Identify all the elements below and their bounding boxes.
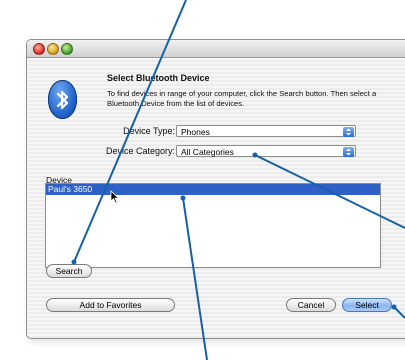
popup-arrows-icon (343, 127, 354, 137)
bluetooth-icon (48, 80, 77, 119)
zoom-button[interactable] (61, 43, 73, 55)
select-button[interactable]: Select (342, 298, 392, 312)
dialog-description: To find devices in range of your compute… (107, 89, 377, 108)
search-button[interactable]: Search (46, 264, 92, 278)
device-category-label: Device Category: (105, 146, 175, 156)
close-button[interactable] (33, 43, 45, 55)
device-category-value: All Categories (181, 147, 234, 157)
title-bar[interactable] (27, 40, 405, 58)
mouse-pointer-icon (110, 190, 120, 204)
dialog-heading: Select Bluetooth Device (107, 73, 210, 83)
device-category-popup[interactable]: All Categories (176, 145, 356, 157)
minimize-button[interactable] (47, 43, 59, 55)
select-bluetooth-device-window: Select Bluetooth Device To find devices … (26, 39, 405, 339)
popup-arrows-icon (343, 147, 354, 157)
cancel-button[interactable]: Cancel (286, 298, 336, 312)
device-list[interactable]: Paul's 3650 (45, 183, 381, 268)
device-list-item[interactable]: Paul's 3650 (46, 184, 380, 195)
device-type-value: Phones (181, 127, 210, 137)
add-to-favorites-button[interactable]: Add to Favorites (46, 298, 175, 312)
device-type-popup[interactable]: Phones (176, 125, 356, 137)
device-type-label: Device Type: (123, 126, 175, 136)
